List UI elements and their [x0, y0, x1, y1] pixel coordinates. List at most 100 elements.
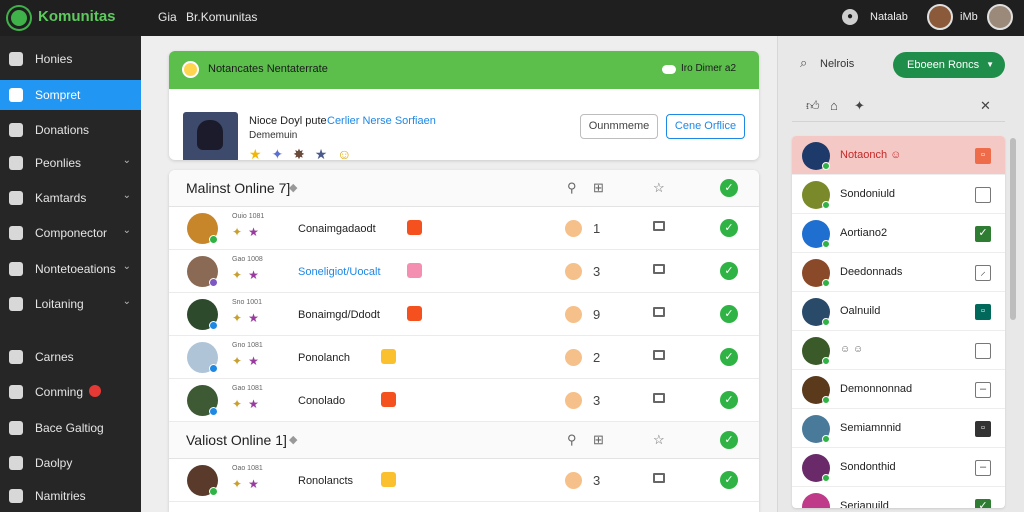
- pin-icon[interactable]: ⚲: [567, 180, 577, 196]
- sidebar-item[interactable]: Kamtards ⌄: [0, 183, 141, 213]
- checkbox[interactable]: ✓: [975, 226, 991, 242]
- toggle-switch[interactable]: [662, 65, 676, 74]
- star-icon[interactable]: ★: [248, 268, 259, 282]
- search-icon[interactable]: ⌕: [800, 55, 807, 71]
- sidebar-item[interactable]: Conming: [0, 377, 141, 407]
- check-icon[interactable]: ✓: [720, 179, 738, 197]
- list-item[interactable]: Aortiano2 ✓: [792, 214, 1005, 253]
- thumbs-up-icon[interactable]: 👍︎: [806, 98, 820, 114]
- checkbox[interactable]: –: [975, 382, 991, 398]
- sidebar-item[interactable]: Nontetoeations ⌄: [0, 254, 141, 284]
- sparkle-icon[interactable]: ✦: [232, 354, 242, 368]
- sparkle-icon[interactable]: ✦: [232, 225, 242, 239]
- list-item[interactable]: Sondonthid –: [792, 448, 1005, 487]
- member-name[interactable]: Bonaimgd/Ddodt: [298, 309, 380, 321]
- list-item[interactable]: Serianuild ✓: [792, 487, 1005, 508]
- breadcrumb-item[interactable]: Br.Komunitas: [186, 10, 257, 24]
- star-icon[interactable]: ★: [248, 397, 259, 411]
- star-icon[interactable]: ☆: [653, 180, 665, 196]
- sidebar-item[interactable]: Sompret: [0, 80, 141, 110]
- checkbox[interactable]: ▫: [975, 421, 991, 437]
- person-name[interactable]: Deedonnads: [840, 266, 902, 278]
- list-item[interactable]: Sondoniuld: [792, 175, 1005, 214]
- star-icon[interactable]: ★: [315, 146, 328, 160]
- checkbox[interactable]: –: [975, 460, 991, 476]
- sparkle-icon[interactable]: ✦: [232, 268, 242, 282]
- checkbox[interactable]: ⸝: [975, 265, 991, 281]
- filter-icon[interactable]: ⊞: [593, 180, 604, 196]
- sparkle-icon[interactable]: ✦: [232, 477, 242, 491]
- person-name[interactable]: Serianuild: [840, 500, 889, 508]
- check-icon[interactable]: ✓: [720, 219, 738, 237]
- location-icon[interactable]: ●: [842, 9, 858, 25]
- smile-icon[interactable]: [565, 349, 582, 366]
- person-name[interactable]: Sondonthid: [840, 461, 896, 473]
- sparkle-icon[interactable]: ✦: [271, 146, 283, 160]
- filter-dropdown[interactable]: Eboeen Roncs ▼: [893, 52, 1005, 78]
- user-name[interactable]: Natalab: [870, 11, 908, 23]
- mail-icon[interactable]: [653, 221, 665, 231]
- sidebar-item[interactable]: Bace Galtiog: [0, 413, 141, 443]
- sidebar-item[interactable]: Daolpy: [0, 448, 141, 478]
- sidebar-item[interactable]: Namitries: [0, 481, 141, 511]
- member-name[interactable]: Conolado: [298, 395, 345, 407]
- mail-icon[interactable]: [653, 473, 665, 483]
- mail-icon[interactable]: [653, 393, 665, 403]
- sparkle-icon[interactable]: ✦: [232, 397, 242, 411]
- filter-icon[interactable]: ⊞: [593, 432, 604, 448]
- app-logo[interactable]: Komunitas: [8, 6, 138, 30]
- person-name[interactable]: Demonnonnad: [840, 383, 912, 395]
- breadcrumb-item[interactable]: Gia: [158, 10, 177, 24]
- checkbox[interactable]: ✓: [975, 499, 991, 508]
- member-name[interactable]: Soneligiot/Uocalt: [298, 266, 381, 278]
- check-icon[interactable]: ✓: [720, 471, 738, 489]
- table-row[interactable]: Sno 1001 ✦ ★ Bonaimgd/Ddodt 9 ✓: [169, 293, 759, 336]
- check-icon[interactable]: ✓: [720, 305, 738, 323]
- close-icon[interactable]: ✕: [980, 98, 991, 114]
- sidebar-item[interactable]: Componector ⌄: [0, 218, 141, 248]
- secondary-button[interactable]: Ounmmeme: [580, 114, 658, 139]
- check-icon[interactable]: ✓: [720, 348, 738, 366]
- checkbox[interactable]: ▫: [975, 148, 991, 164]
- sidebar-item[interactable]: Donations: [0, 115, 141, 145]
- sidebar-item[interactable]: Peonlies ⌄: [0, 148, 141, 178]
- list-item[interactable]: Deedonnads ⸝: [792, 253, 1005, 292]
- sidebar-item[interactable]: Carnes: [0, 342, 141, 372]
- table-row[interactable]: Gao 1081 ✦ ★ Conolado 3 ✓: [169, 379, 759, 422]
- smile-icon[interactable]: [565, 263, 582, 280]
- star-icon[interactable]: ★: [248, 311, 259, 325]
- checkbox[interactable]: ▫: [975, 304, 991, 320]
- mail-icon[interactable]: [653, 307, 665, 317]
- sidebar-item[interactable]: Honies: [0, 44, 141, 74]
- star-icon[interactable]: ☆: [653, 432, 665, 448]
- star-icon[interactable]: ★: [248, 225, 259, 239]
- thumbnail-image[interactable]: [183, 112, 238, 160]
- smile-icon[interactable]: [565, 220, 582, 237]
- scrollbar[interactable]: [1010, 138, 1016, 320]
- check-icon[interactable]: ✓: [720, 431, 738, 449]
- smile-icon[interactable]: [565, 392, 582, 409]
- member-name[interactable]: Ponolanch: [298, 352, 350, 364]
- avatar[interactable]: [802, 493, 830, 508]
- list-item[interactable]: Semiamnnid ▫: [792, 409, 1005, 448]
- table-row[interactable]: Gno 1081 ✦ ★ Ponolanch 2 ✓: [169, 336, 759, 379]
- smile-icon[interactable]: [565, 306, 582, 323]
- mail-icon[interactable]: [653, 350, 665, 360]
- person-name[interactable]: Notaonch ☺: [840, 149, 901, 161]
- list-item[interactable]: ☺ ☺: [792, 331, 1005, 370]
- home-icon[interactable]: ⌂: [830, 98, 838, 113]
- checkbox[interactable]: [975, 343, 991, 359]
- member-name[interactable]: Conaimgadaodt: [298, 223, 376, 235]
- list-item[interactable]: Oalnuild ▫: [792, 292, 1005, 331]
- check-icon[interactable]: ✓: [720, 391, 738, 409]
- search-label[interactable]: Nelrois: [820, 58, 854, 70]
- checkbox[interactable]: [975, 187, 991, 203]
- table-row[interactable]: Ouio 1081 ✦ ★ Conaimgadaodt 1 ✓: [169, 207, 759, 250]
- member-name[interactable]: Ronolancts: [298, 475, 353, 487]
- burst-icon[interactable]: ✸: [293, 146, 305, 160]
- avatar[interactable]: [927, 4, 953, 30]
- table-row[interactable]: Oao 1081 ✦ ★ Ronolancts 3 ✓: [169, 459, 759, 502]
- star-icon[interactable]: ★: [248, 477, 259, 491]
- smile-icon[interactable]: [565, 472, 582, 489]
- person-name[interactable]: Sondoniuld: [840, 188, 895, 200]
